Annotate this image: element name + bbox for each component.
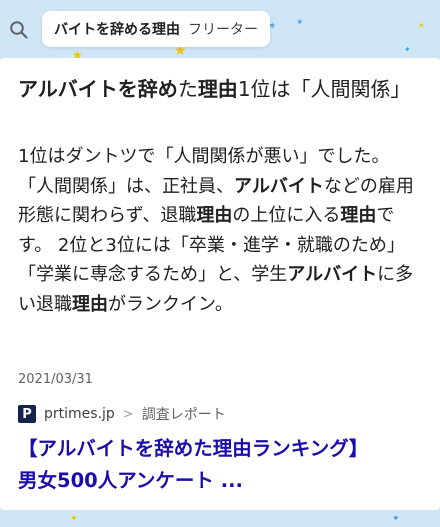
snippet-body: 1位はダントツで「人間関係が悪い」でした。 「人間関係」は、正社員、アルバイトな… bbox=[18, 142, 422, 319]
body-segment: 理由 bbox=[72, 293, 108, 315]
body-segment: がランクイン。 bbox=[108, 293, 233, 315]
headline-segment: た bbox=[177, 77, 198, 101]
confetti-star: ✦ bbox=[70, 514, 78, 524]
source-breadcrumb: 調査レポート bbox=[141, 407, 226, 423]
body-segment: 理由 bbox=[340, 205, 377, 226]
search-icon[interactable] bbox=[9, 20, 29, 40]
source-row[interactable]: P prtimes.jp > 調査レポート bbox=[18, 404, 226, 424]
prtimes-logo: P bbox=[18, 405, 36, 423]
breadcrumb-separator: > bbox=[122, 406, 134, 422]
body-segment: 理由 bbox=[196, 205, 233, 226]
headline-segment: 1位は「人間関係」 bbox=[237, 77, 411, 101]
query-bold-term: バイトを辞める理由 bbox=[54, 22, 180, 38]
body-segment: アルバイト bbox=[287, 264, 378, 285]
result-title-link[interactable]: 【アルバイトを辞めた理由ランキング】 男女500人アンケート ... bbox=[18, 433, 424, 497]
body-segment: アルバイト bbox=[234, 175, 324, 197]
snippet-headline: アルバイトを辞めた理由1位は「人間関係」 bbox=[18, 76, 411, 102]
confetti-star: ✦ bbox=[392, 514, 400, 524]
source-domain: prtimes.jp bbox=[44, 406, 115, 422]
headline-segment: アルバイトを辞め bbox=[18, 77, 178, 101]
headline-segment: 理由 bbox=[197, 77, 238, 101]
featured-snippet-card: アルバイトを辞めた理由1位は「人間関係」 1位はダントツで「人間関係が悪い」でし… bbox=[0, 58, 440, 510]
search-bar: バイトを辞める理由 フリーター bbox=[0, 0, 440, 58]
search-query-chip[interactable]: バイトを辞める理由 フリーター bbox=[42, 11, 270, 47]
snippet-date: 2021/03/31 bbox=[18, 372, 93, 387]
query-extra-term: フリーター bbox=[188, 22, 258, 38]
result-title-line1: 【アルバイトを辞めた理由ランキング】 bbox=[18, 437, 369, 460]
result-title-line2: 男女500人アンケート ... bbox=[18, 469, 243, 492]
body-segment: の上位に入る bbox=[232, 205, 341, 226]
